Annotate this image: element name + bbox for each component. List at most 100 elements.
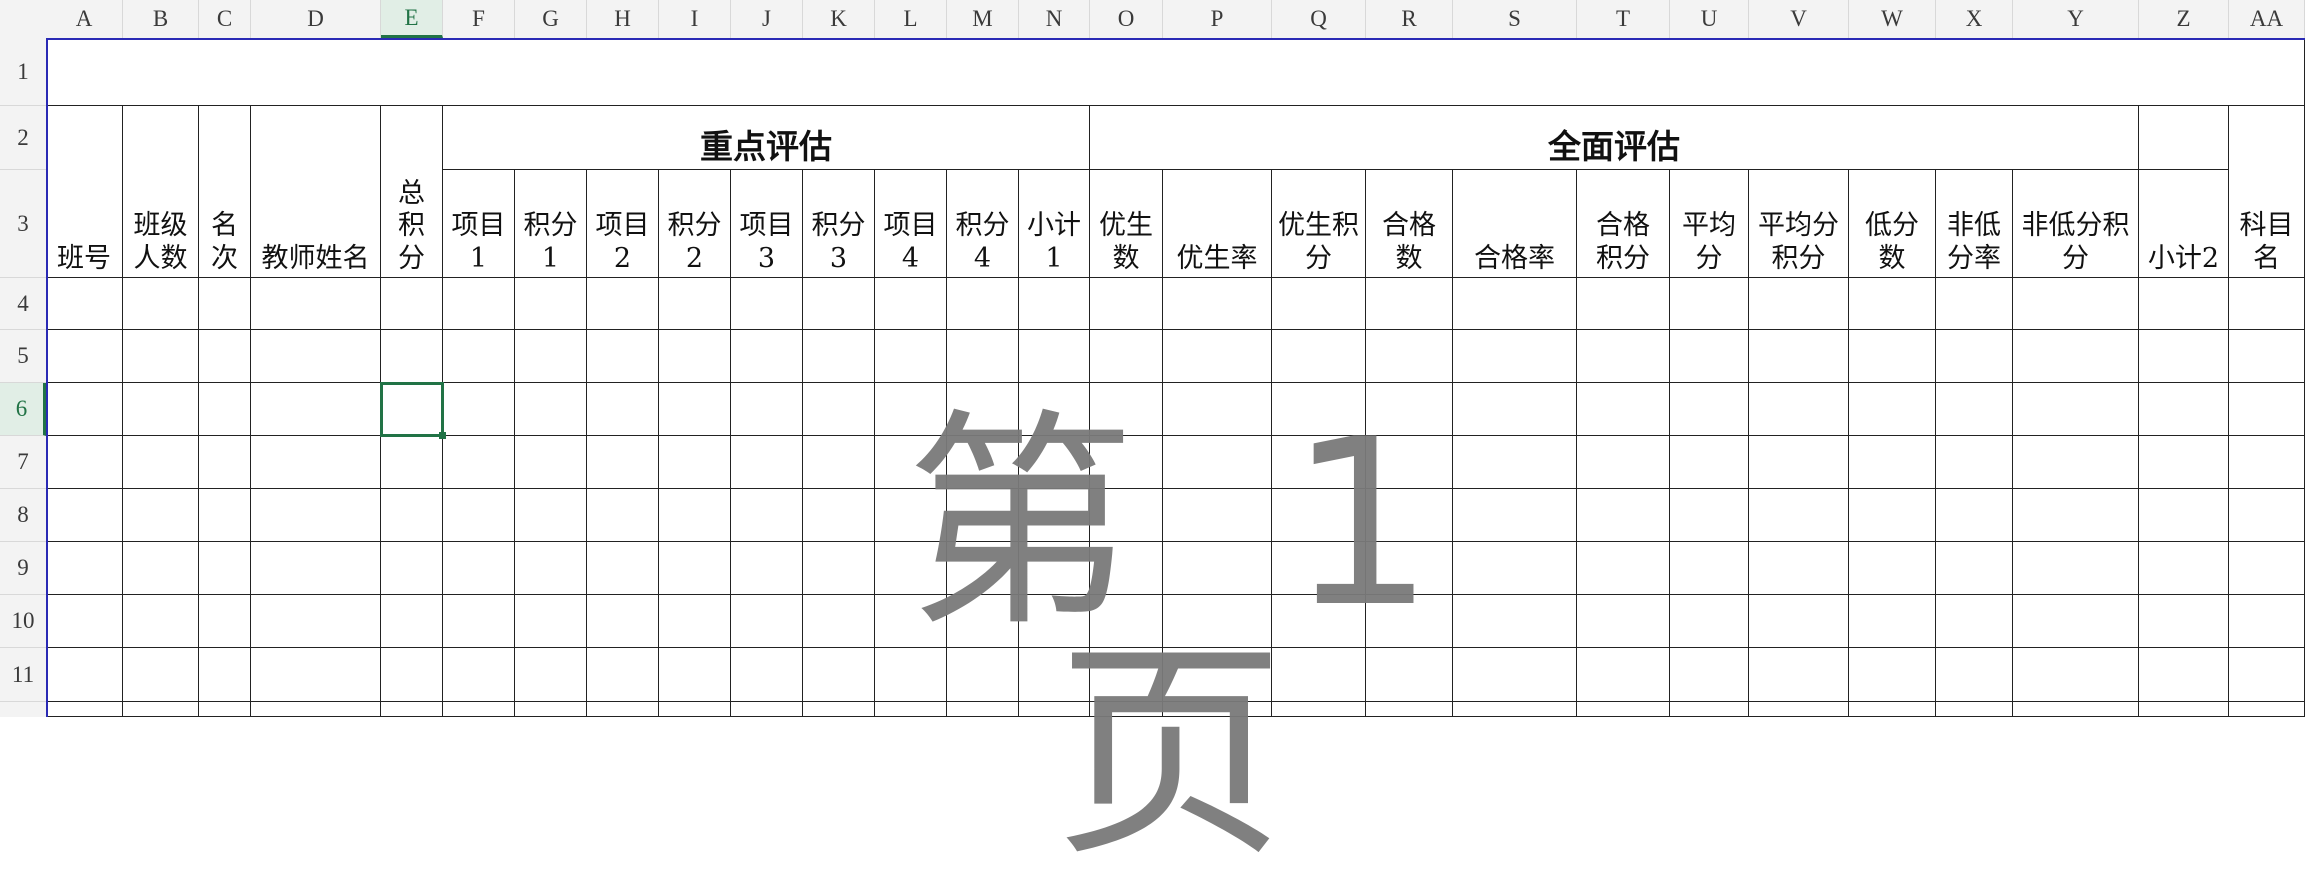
header-average-points[interactable]: 平均分积分 — [1749, 170, 1849, 278]
column-header-p[interactable]: P — [1163, 0, 1272, 38]
cell-d-4[interactable] — [251, 278, 381, 330]
cell-q-5[interactable] — [1272, 330, 1366, 383]
header-class-no[interactable]: 班号 — [46, 106, 123, 278]
cell-p-4[interactable] — [1163, 278, 1272, 330]
cell-r-7[interactable] — [1366, 436, 1453, 489]
cell-l-4[interactable] — [875, 278, 947, 330]
cell-aa-8[interactable] — [2229, 489, 2305, 542]
cell-q-12[interactable] — [1272, 702, 1366, 717]
header-pass-rate[interactable]: 合格率 — [1453, 170, 1577, 278]
column-header-o[interactable]: O — [1090, 0, 1163, 38]
cell-v-11[interactable] — [1749, 648, 1849, 702]
cell-c-9[interactable] — [199, 542, 251, 595]
cell-i-4[interactable] — [659, 278, 731, 330]
cell-q-7[interactable] — [1272, 436, 1366, 489]
cell-x-12[interactable] — [1936, 702, 2013, 717]
cell-v-4[interactable] — [1749, 278, 1849, 330]
cell-m-8[interactable] — [947, 489, 1019, 542]
cell-y-10[interactable] — [2013, 595, 2139, 648]
cell-z-4[interactable] — [2139, 278, 2229, 330]
cell-u-12[interactable] — [1670, 702, 1749, 717]
header-item1[interactable]: 项目1 — [443, 170, 515, 278]
cell-l-7[interactable] — [875, 436, 947, 489]
row-header-8[interactable]: 8 — [0, 489, 46, 542]
cell-w-9[interactable] — [1849, 542, 1936, 595]
row-header-1[interactable]: 1 — [0, 38, 46, 106]
cell-e-9[interactable] — [381, 542, 443, 595]
column-header-f[interactable]: F — [443, 0, 515, 38]
cell-n-11[interactable] — [1019, 648, 1090, 702]
cell-j-4[interactable] — [731, 278, 803, 330]
cell-r-8[interactable] — [1366, 489, 1453, 542]
cell-y-7[interactable] — [2013, 436, 2139, 489]
cell-k-12[interactable] — [803, 702, 875, 717]
cell-s-12[interactable] — [1453, 702, 1577, 717]
cell-t-12[interactable] — [1577, 702, 1670, 717]
cell-h-8[interactable] — [587, 489, 659, 542]
cell-h-9[interactable] — [587, 542, 659, 595]
row-header-6[interactable]: 6 — [0, 383, 46, 436]
cell-g-4[interactable] — [515, 278, 587, 330]
header-item2[interactable]: 项目2 — [587, 170, 659, 278]
header-class-size[interactable]: 班级人数 — [123, 106, 199, 278]
cell-i-12[interactable] — [659, 702, 731, 717]
cell-f-11[interactable] — [443, 648, 515, 702]
spreadsheet-grid[interactable]: A B C D E F G H I J K L M N O P Q R S T U V W X Y Z AA 1 2 3 4 5 6 7 8 9 10… — [0, 0, 2305, 870]
cell-f-8[interactable] — [443, 489, 515, 542]
cell-n-5[interactable] — [1019, 330, 1090, 383]
cell-p-10[interactable] — [1163, 595, 1272, 648]
cell-k-9[interactable] — [803, 542, 875, 595]
cell-f-5[interactable] — [443, 330, 515, 383]
cell-q-11[interactable] — [1272, 648, 1366, 702]
column-header-r[interactable]: R — [1366, 0, 1453, 38]
cell-i-5[interactable] — [659, 330, 731, 383]
cell-x-5[interactable] — [1936, 330, 2013, 383]
cell-n-7[interactable] — [1019, 436, 1090, 489]
cell-h-7[interactable] — [587, 436, 659, 489]
header-pass-points[interactable]: 合格积分 — [1577, 170, 1670, 278]
cell-t-9[interactable] — [1577, 542, 1670, 595]
cell-e-5[interactable] — [381, 330, 443, 383]
cell-y-5[interactable] — [2013, 330, 2139, 383]
cell-aa-5[interactable] — [2229, 330, 2305, 383]
cell-y-4[interactable] — [2013, 278, 2139, 330]
row-header-10[interactable]: 10 — [0, 595, 46, 648]
column-header-t[interactable]: T — [1577, 0, 1670, 38]
cell-f-6[interactable] — [443, 383, 515, 436]
cell-s-9[interactable] — [1453, 542, 1577, 595]
cell-q-9[interactable] — [1272, 542, 1366, 595]
cell-l-12[interactable] — [875, 702, 947, 717]
cell-o-5[interactable] — [1090, 330, 1163, 383]
cell-d-9[interactable] — [251, 542, 381, 595]
cell-d-8[interactable] — [251, 489, 381, 542]
header-total-points[interactable]: 总积分 — [381, 106, 443, 278]
column-header-k[interactable]: K — [803, 0, 875, 38]
cell-y-8[interactable] — [2013, 489, 2139, 542]
cell-u-5[interactable] — [1670, 330, 1749, 383]
column-header-x[interactable]: X — [1936, 0, 2013, 38]
cell-e-4[interactable] — [381, 278, 443, 330]
cell-b-5[interactable] — [123, 330, 199, 383]
cell-j-10[interactable] — [731, 595, 803, 648]
cell-u-8[interactable] — [1670, 489, 1749, 542]
cell-u-9[interactable] — [1670, 542, 1749, 595]
cell-x-4[interactable] — [1936, 278, 2013, 330]
cell-h-5[interactable] — [587, 330, 659, 383]
cell-g-8[interactable] — [515, 489, 587, 542]
cell-d-7[interactable] — [251, 436, 381, 489]
cell-g-12[interactable] — [515, 702, 587, 717]
cell-c-8[interactable] — [199, 489, 251, 542]
cell-x-8[interactable] — [1936, 489, 2013, 542]
cell-v-6[interactable] — [1749, 383, 1849, 436]
cell-v-9[interactable] — [1749, 542, 1849, 595]
header-average[interactable]: 平均分 — [1670, 170, 1749, 278]
cell-d-10[interactable] — [251, 595, 381, 648]
cell-m-7[interactable] — [947, 436, 1019, 489]
header-item4[interactable]: 项目4 — [875, 170, 947, 278]
header-points4[interactable]: 积分4 — [947, 170, 1019, 278]
cell-g-11[interactable] — [515, 648, 587, 702]
row-header-5[interactable]: 5 — [0, 330, 46, 383]
cell-r-4[interactable] — [1366, 278, 1453, 330]
cell-z-7[interactable] — [2139, 436, 2229, 489]
cell-z-10[interactable] — [2139, 595, 2229, 648]
